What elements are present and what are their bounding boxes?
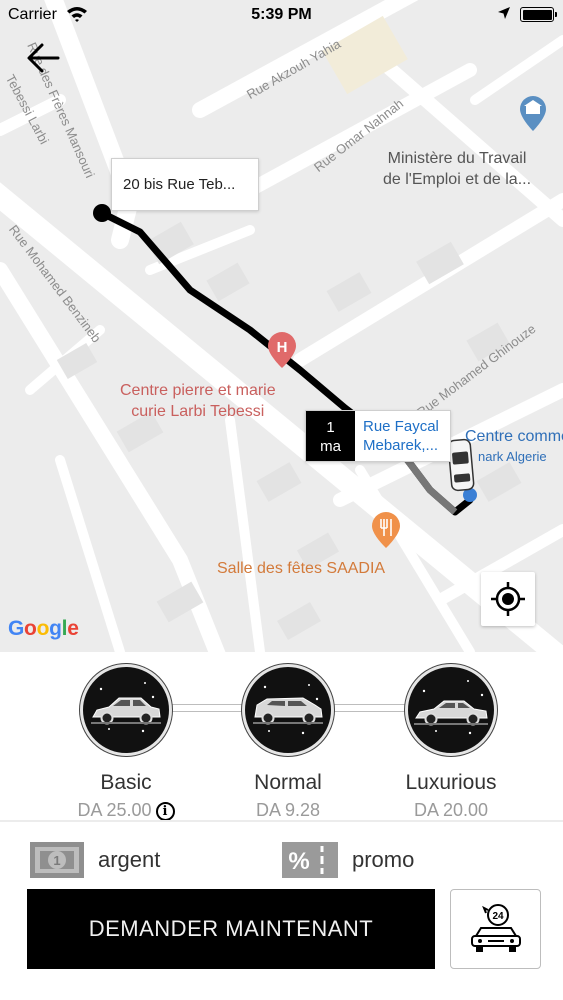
battery-icon [520, 7, 557, 22]
destination-line-2: Mebarek,... [363, 437, 439, 454]
cash-label: argent [98, 847, 161, 872]
request-now-button[interactable]: DEMANDER MAINTENANT [27, 889, 435, 969]
payment-cash-option[interactable]: 1 argent [30, 838, 160, 882]
clock: 5:39 PM [251, 6, 312, 23]
eta-badge: 1 ma [306, 411, 355, 461]
destination-line-1: Rue Faycal [363, 418, 439, 435]
back-button[interactable] [22, 40, 64, 78]
svg-text:1: 1 [53, 853, 60, 868]
status-bar: Carrier 5:39 PM [0, 0, 563, 30]
google-logo: Google [8, 617, 79, 640]
origin-address: 20 bis Rue Teb... [123, 176, 236, 193]
origin-marker [93, 204, 111, 222]
car-icon [80, 664, 172, 756]
destination-callout[interactable]: 1 ma Rue Faycal Mebarek,... [305, 410, 451, 462]
vehicle-option-luxurious[interactable]: Luxurious DA 20.00 [381, 664, 521, 821]
locate-me-button[interactable] [481, 572, 535, 626]
destination-address: Rue Faycal Mebarek,... [355, 411, 439, 461]
info-icon[interactable]: i [155, 802, 175, 821]
commerce-label: Centre comme [465, 428, 563, 445]
vehicle-price: DA 20.00 [413, 800, 489, 820]
payment-row: 1 argent % promo [0, 838, 563, 882]
svg-text:%: % [288, 848, 309, 875]
eta-value: 1 [326, 419, 335, 436]
vehicle-name: Normal [254, 771, 322, 794]
ministry-label: Ministère du Travail de l'Emploi et de l… [383, 150, 532, 188]
venue-label: Salle des fêtes SAADIA [217, 560, 386, 577]
vehicle-name: Luxurious [405, 771, 497, 794]
car-icon [242, 664, 334, 756]
commerce-sublabel: nark Algerie [478, 449, 547, 464]
promo-option[interactable]: % promo [282, 838, 414, 882]
vehicle-price: DA 9.28 [255, 800, 321, 820]
vehicle-name: Basic [100, 771, 152, 794]
divider [0, 820, 563, 822]
hospital-label: Centre pierre et marie curie Larbi Tebes… [120, 382, 276, 420]
vehicle-option-normal[interactable]: Normal DA 9.28 [218, 664, 358, 821]
percent-icon: % [282, 842, 338, 878]
vehicle-price-value: DA 25.00 [77, 800, 152, 820]
banknote-icon: 1 [30, 842, 84, 878]
schedule-ride-button[interactable]: 24 [450, 889, 541, 969]
map-view[interactable]: H Rue Akzouh Yahia Rue Omar Nahnah Rue d… [0, 0, 563, 652]
location-arrow-icon [497, 6, 511, 25]
origin-callout[interactable]: 20 bis Rue Teb... [111, 158, 259, 211]
vehicle-selector: Basic DA 25.00 i Normal DA 9.28 Luxuriou… [0, 652, 563, 821]
svg-text:H: H [277, 339, 288, 356]
promo-label: promo [352, 847, 415, 872]
schedule-badge: 24 [492, 911, 504, 922]
eta-unit: ma [320, 438, 341, 455]
vehicle-option-basic[interactable]: Basic DA 25.00 i [56, 664, 196, 821]
crosshair-icon [491, 582, 525, 616]
car-icon [405, 664, 497, 756]
scheduled-taxi-24-icon: 24 [470, 904, 521, 952]
arrow-left-icon [27, 43, 60, 73]
vehicle-price: DA 25.00 i [56, 800, 196, 821]
